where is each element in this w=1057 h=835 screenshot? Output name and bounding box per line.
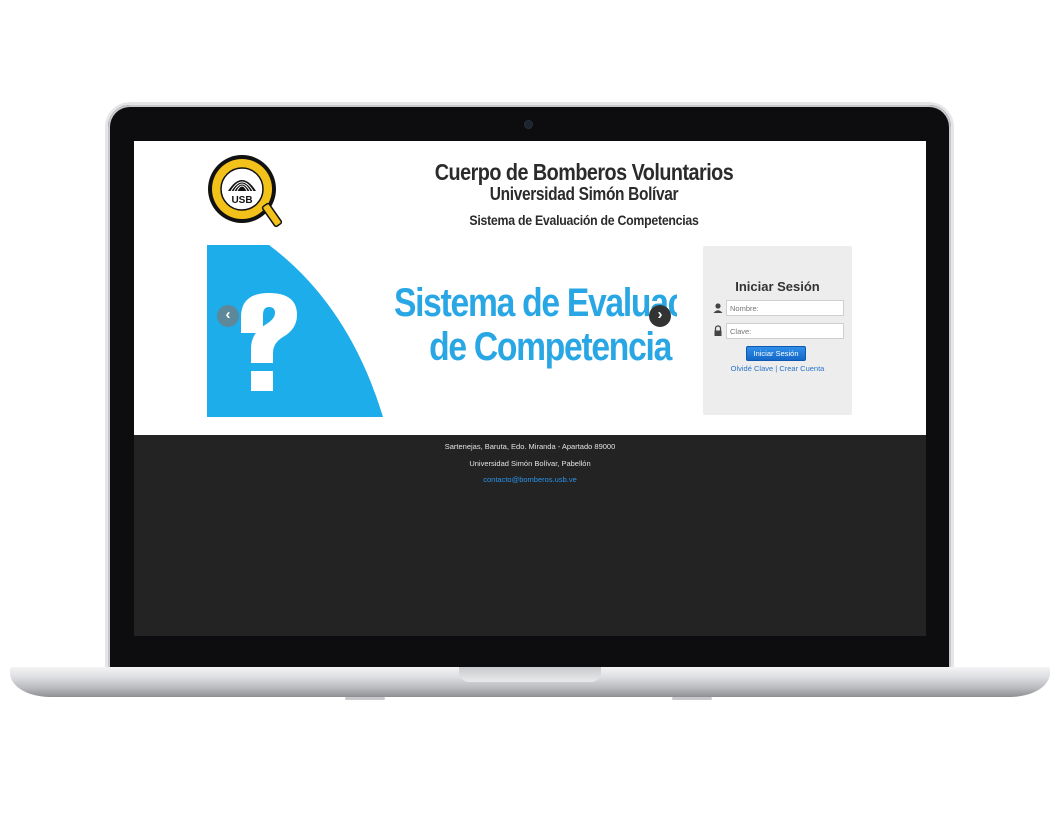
image-carousel[interactable]: Sistema de Evaluación de Competencia ‹ › (207, 245, 677, 417)
page-title: Cuerpo de Bomberos Voluntarios (434, 159, 734, 185)
page-subtitle: Universidad Simón Bolívar (489, 184, 679, 204)
system-name: Sistema de Evaluación de Competencias (469, 212, 699, 228)
user-icon (713, 303, 723, 313)
header-titles: Cuerpo de Bomberos Voluntarios Universid… (384, 159, 784, 228)
forgot-password-link[interactable]: Olvidé Clave (731, 364, 774, 373)
login-submit-button[interactable]: Iniciar Sesión (746, 346, 806, 361)
login-title: Iniciar Sesión (735, 279, 820, 294)
links-separator: | (775, 364, 778, 373)
password-field (712, 323, 845, 339)
carousel-next-button[interactable]: › (649, 305, 671, 327)
slide-caption-line2: de Competencia (429, 325, 672, 369)
username-field (712, 300, 845, 316)
footer-email-link[interactable]: contacto@bomberos.usb.ve (134, 475, 926, 484)
page-footer: Sartenejas, Baruta, Edo. Miranda - Apart… (134, 435, 926, 636)
footer-building: Universidad Simón Bolívar, Pabellón (469, 459, 591, 468)
webcam (525, 121, 532, 128)
laptop-foot (345, 697, 385, 700)
password-input[interactable] (726, 323, 844, 339)
usb-firefighters-logo[interactable]: USB (206, 151, 286, 231)
footer-address: Sartenejas, Baruta, Edo. Miranda - Apart… (444, 442, 616, 451)
username-input[interactable] (726, 300, 844, 316)
create-account-link[interactable]: Crear Cuenta (779, 364, 824, 373)
slide-caption-line1: Sistema de Evaluación (393, 281, 677, 325)
svg-text:USB: USB (231, 195, 252, 206)
carousel-prev-button[interactable]: ‹ (217, 305, 239, 327)
laptop-foot (672, 697, 712, 700)
lock-icon (714, 325, 722, 336)
login-panel: Iniciar Sesión Iniciar Sesión Olvidé Cla… (703, 246, 852, 415)
login-links: Olvidé Clave | Crear Cuenta (703, 364, 852, 373)
page-header: USB Cuerpo de Bomberos Voluntarios Unive… (134, 141, 926, 241)
laptop-notch (459, 667, 601, 682)
browser-screen: USB Cuerpo de Bomberos Voluntarios Unive… (134, 141, 926, 636)
slide-caption: Sistema de Evaluación de Competencia (337, 283, 677, 367)
